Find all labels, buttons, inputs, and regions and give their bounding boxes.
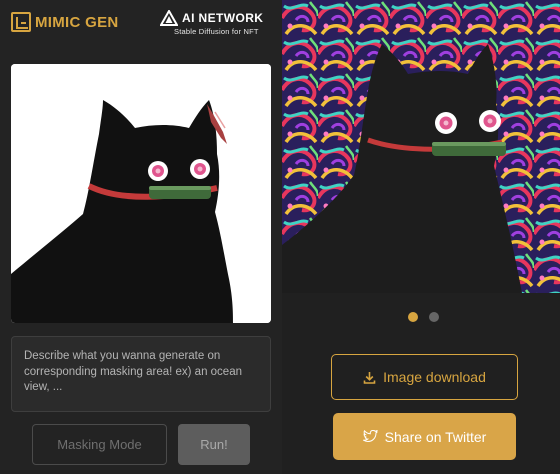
partner-title: AI NETWORK xyxy=(182,11,264,25)
pagination-dot-1[interactable] xyxy=(408,312,418,322)
generated-cat-artwork xyxy=(282,0,560,293)
masking-mode-button[interactable]: Masking Mode xyxy=(32,424,167,465)
editor-panel: MIMIC GEN AI NETWORK Stable Diffusion fo… xyxy=(0,0,282,474)
ai-network-logo-icon xyxy=(160,10,178,26)
twitter-icon xyxy=(362,430,378,443)
brand-logo[interactable]: MIMIC GEN xyxy=(11,10,119,34)
brand-name: MIMIC GEN xyxy=(35,13,119,31)
download-icon xyxy=(363,371,376,384)
pagination-dot-2[interactable] xyxy=(429,312,439,322)
prompt-input[interactable] xyxy=(11,336,271,412)
masking-canvas[interactable] xyxy=(11,64,271,323)
partner-subtitle: Stable Diffusion for NFT xyxy=(174,27,259,36)
mimic-gen-logo-icon xyxy=(11,12,31,32)
image-download-label: Image download xyxy=(383,369,486,385)
share-on-twitter-button[interactable]: Share on Twitter xyxy=(333,413,516,460)
carousel-pagination xyxy=(408,312,439,322)
result-panel: Image download Share on Twitter xyxy=(282,0,560,474)
run-button[interactable]: Run! xyxy=(178,424,250,465)
image-download-button[interactable]: Image download xyxy=(331,354,518,400)
ai-network-badge: AI NETWORK Stable Diffusion for NFT xyxy=(160,10,272,36)
generated-image xyxy=(282,0,560,293)
source-cat-image xyxy=(11,64,271,323)
share-on-twitter-label: Share on Twitter xyxy=(384,428,487,445)
